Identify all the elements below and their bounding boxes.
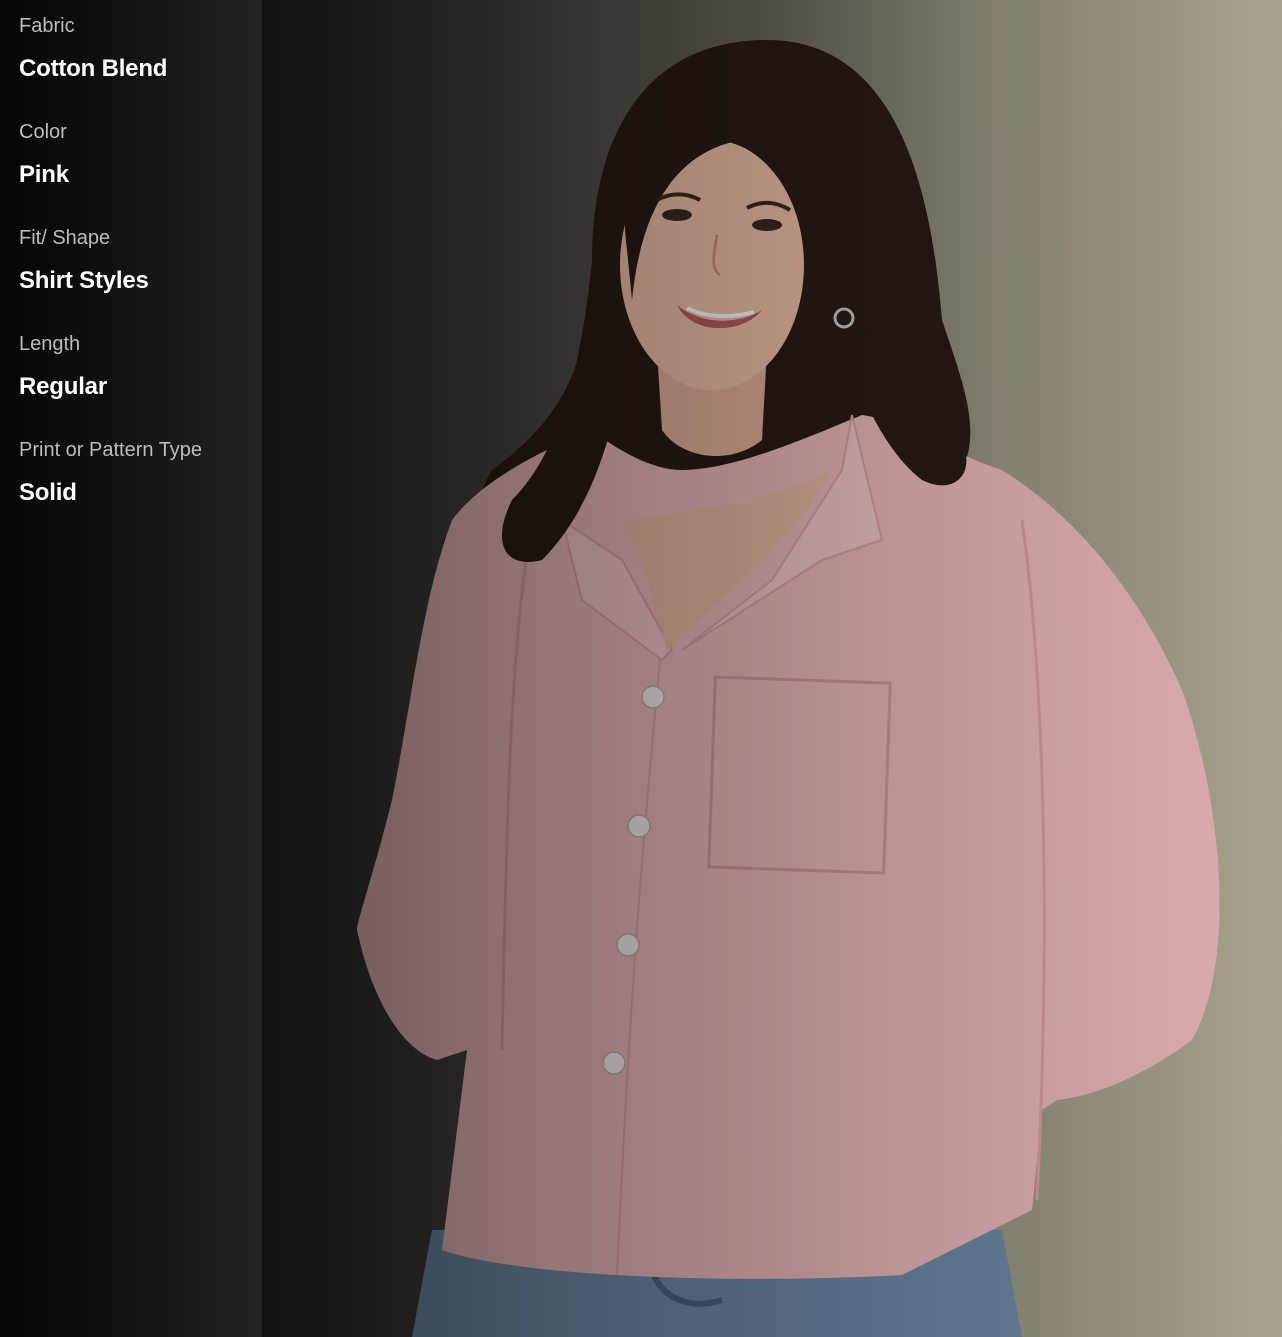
- spec-label: Print or Pattern Type: [19, 439, 203, 461]
- product-detail-screen: Fabric Cotton Blend Color Pink Fit/ Shap…: [0, 0, 1282, 1337]
- spec-fit-shape: Fit/ Shape Shirt Styles: [19, 224, 262, 330]
- spec-value: Pink: [19, 161, 69, 188]
- spec-fabric: Fabric Cotton Blend: [19, 12, 262, 118]
- spec-value: Solid: [19, 479, 77, 506]
- spec-print-pattern: Print or Pattern Type Solid: [19, 436, 262, 542]
- button-3: [616, 933, 640, 957]
- product-details-panel: Fabric Cotton Blend Color Pink Fit/ Shap…: [0, 0, 262, 1337]
- model-illustration: [357, 40, 1220, 1337]
- spec-label: Color: [19, 121, 67, 143]
- spec-value: Regular: [19, 373, 107, 400]
- button-1: [641, 685, 665, 709]
- shirt: [357, 415, 1220, 1279]
- spec-label: Length: [19, 333, 81, 355]
- product-image[interactable]: [262, 0, 1282, 1337]
- button-2: [627, 814, 651, 838]
- spec-length: Length Regular: [19, 330, 262, 436]
- spec-label: Fit/ Shape: [19, 227, 111, 249]
- button-4: [602, 1051, 626, 1075]
- spec-color: Color Pink: [19, 118, 262, 224]
- spec-value: Shirt Styles: [19, 267, 149, 294]
- spec-label: Fabric: [19, 15, 75, 37]
- spec-value: Cotton Blend: [19, 55, 168, 82]
